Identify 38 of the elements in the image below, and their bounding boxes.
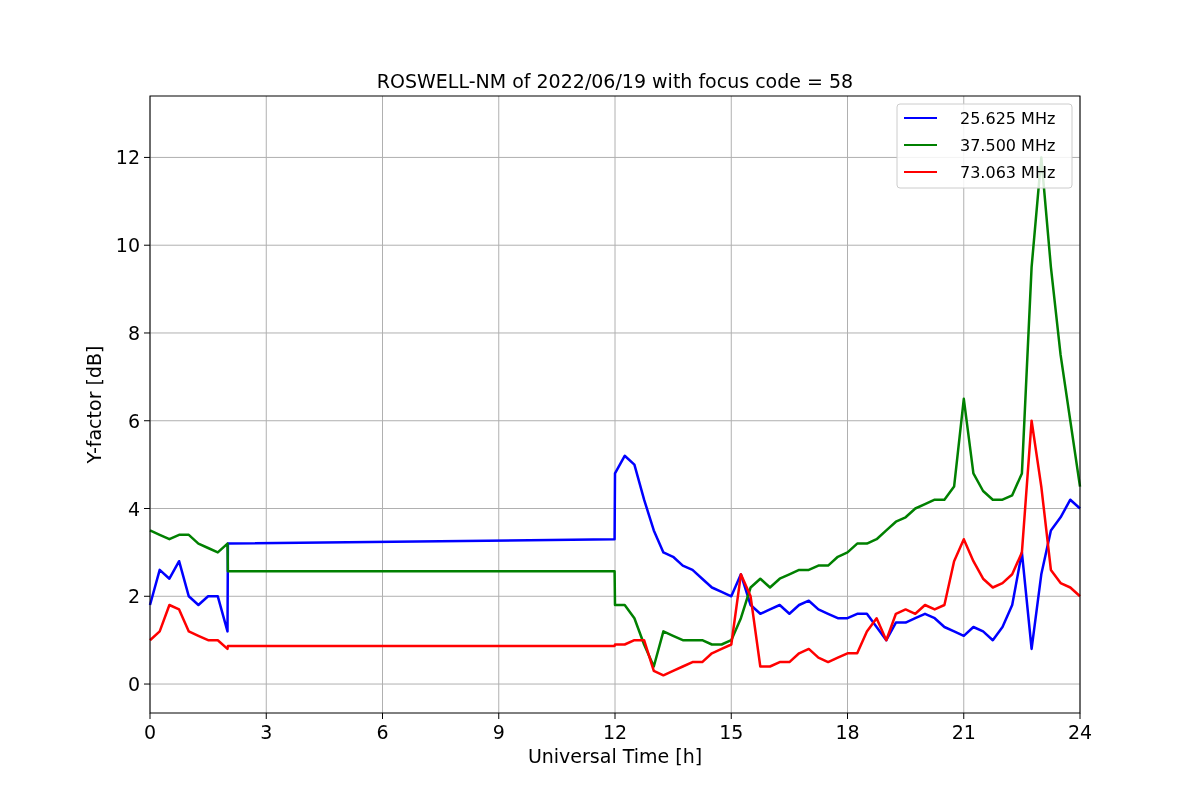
tick-label: 8 <box>127 321 140 344</box>
x-tick <box>614 712 616 720</box>
tick-label: 9 <box>492 721 505 743</box>
x-tick <box>149 712 151 720</box>
tick-label: 10 <box>115 234 140 257</box>
tick-label: 6 <box>127 409 140 432</box>
legend-label: 25.625 MHz <box>960 109 1056 128</box>
y-axis-label: Y-factor [dB] <box>83 345 105 464</box>
x-tick <box>963 712 965 720</box>
x-tick <box>1079 712 1081 720</box>
tick-label: 4 <box>127 497 140 520</box>
y-tick <box>143 156 151 158</box>
x-axis-label: Universal Time [h] <box>527 745 703 767</box>
tick-label: 18 <box>835 721 860 743</box>
x-tick <box>847 712 848 720</box>
x-tick <box>498 712 500 720</box>
tick-label: 2 <box>127 585 140 608</box>
y-tick <box>143 683 151 685</box>
y-tick <box>143 332 151 334</box>
tick-label: 15 <box>719 721 744 743</box>
y-tick <box>143 420 151 422</box>
y-tick <box>143 508 151 509</box>
tick-label: 0 <box>127 673 140 696</box>
tick-label: 6 <box>376 721 389 743</box>
tick-label: 24 <box>1067 721 1093 743</box>
legend-label: 37.500 MHz <box>960 136 1056 155</box>
legend-label: 73.063 MHz <box>960 163 1056 182</box>
tick-label: 12 <box>602 721 628 743</box>
tick-label: 0 <box>143 721 157 743</box>
y-tick <box>143 244 151 246</box>
chart-title: ROSWELL-NM of 2022/06/19 with focus code = 58 <box>376 70 854 92</box>
x-tick <box>382 712 383 720</box>
tick-label: 21 <box>951 721 976 743</box>
tick-label: 12 <box>115 146 140 169</box>
x-tick <box>265 712 267 720</box>
x-tick <box>730 712 732 720</box>
y-tick <box>143 595 151 597</box>
tick-label: 3 <box>260 721 273 743</box>
